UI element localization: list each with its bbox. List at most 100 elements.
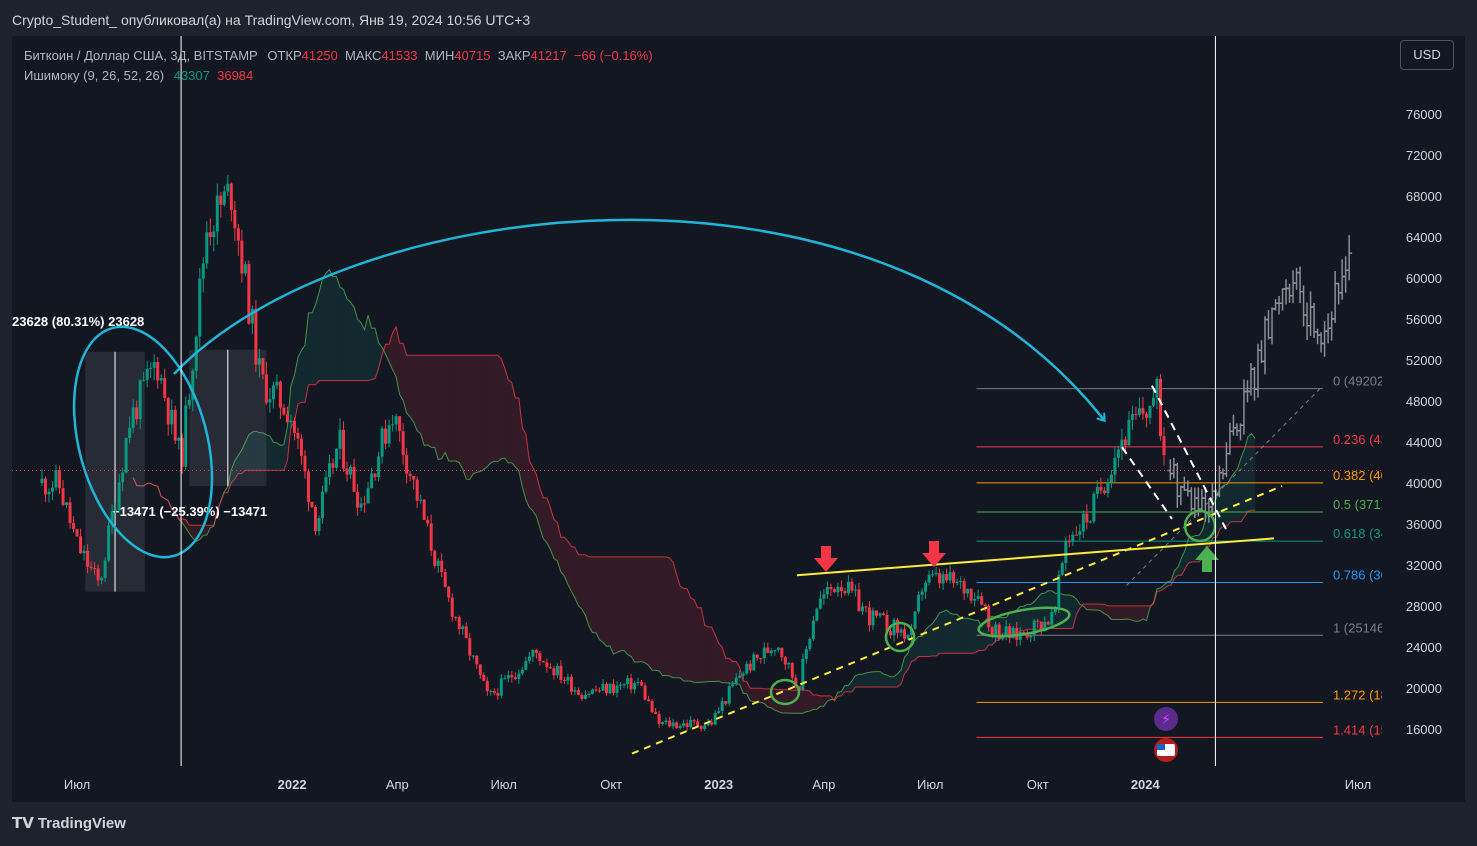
cloud-segment xyxy=(648,556,653,671)
candle-body xyxy=(1057,574,1061,608)
candle-body xyxy=(769,650,773,654)
cloud-segment xyxy=(1223,484,1228,526)
candle-body xyxy=(359,503,363,508)
cloud-segment xyxy=(438,355,442,460)
candle-body xyxy=(899,629,903,633)
cloud-segment xyxy=(641,556,646,663)
cloud-segment xyxy=(883,674,887,688)
cloud-segment xyxy=(1121,605,1126,620)
price-tick-label: 44000 xyxy=(1406,435,1442,450)
candle-body xyxy=(226,183,230,192)
candle-body xyxy=(555,665,559,676)
candle-body xyxy=(93,568,97,570)
candle-body xyxy=(394,416,398,425)
cloud-segment xyxy=(750,688,754,702)
cloud-segment xyxy=(943,610,947,654)
candle-body xyxy=(815,608,819,621)
cloud-segment xyxy=(588,556,593,633)
cloud-segment xyxy=(322,273,327,381)
candle-body xyxy=(920,591,924,595)
candle-body xyxy=(787,662,791,665)
cloud-segment xyxy=(406,355,411,418)
candle-body xyxy=(629,678,633,690)
candle-body xyxy=(864,606,868,608)
cloud-segment xyxy=(1086,603,1091,610)
candle-body xyxy=(619,684,623,686)
candle-body xyxy=(457,617,461,630)
candle-body xyxy=(1050,611,1054,625)
cloud-segment xyxy=(711,627,716,682)
candle-body xyxy=(317,518,321,532)
candle-body xyxy=(531,649,535,657)
candle-body xyxy=(177,437,181,441)
low-label: МИН xyxy=(424,48,455,63)
cloud-segment xyxy=(578,554,582,610)
candle-body xyxy=(703,725,707,729)
candle-body xyxy=(762,647,766,659)
cloud-segment xyxy=(1114,605,1119,620)
cloud-segment xyxy=(694,599,698,683)
cloud-segment xyxy=(781,689,786,713)
candle-body xyxy=(1151,397,1155,406)
cloud-segment xyxy=(666,556,670,677)
cloud-segment xyxy=(560,537,565,576)
candle-body xyxy=(626,678,630,685)
candle-body xyxy=(804,648,808,659)
cloud-segment xyxy=(1069,595,1073,629)
cloud-segment xyxy=(336,276,341,381)
candle-body xyxy=(590,689,594,694)
candle-body xyxy=(1067,541,1071,543)
cloud-segment xyxy=(680,585,684,681)
cloud-segment xyxy=(697,607,702,683)
candle-body xyxy=(229,183,233,210)
cloud-segment xyxy=(469,355,474,480)
candle-body xyxy=(47,491,51,495)
cloud-segment xyxy=(1220,485,1224,529)
candle-body xyxy=(938,573,942,584)
indicator-name[interactable]: Ишимоку (9, 26, 52, 26) xyxy=(24,68,164,83)
candle-body xyxy=(285,414,289,423)
cloud-segment xyxy=(431,355,435,448)
cloud-segment xyxy=(347,298,351,381)
tradingview-brand[interactable]: 𝗧𝗩 TradingView xyxy=(12,814,126,832)
candle-body xyxy=(275,381,279,386)
candle-body xyxy=(131,407,135,428)
candle-body xyxy=(100,577,104,581)
candle-body xyxy=(79,536,83,554)
cloud-segment xyxy=(1090,603,1094,610)
cloud-segment xyxy=(1227,477,1231,526)
chart-panel[interactable]: 0 (49202) 0.236 (43525 0.382 (40013 0.5 (37… xyxy=(12,36,1465,802)
candle-body xyxy=(335,448,339,468)
candle-body xyxy=(391,424,395,426)
cloud-segment xyxy=(662,556,667,676)
candle-body xyxy=(387,425,391,444)
cloud-segment xyxy=(273,442,277,471)
cloud-segment xyxy=(676,574,681,678)
cloud-segment xyxy=(553,519,558,561)
chart-canvas[interactable]: 0 (49202)0.236 (435250.382 (400130.5 (37… xyxy=(12,36,1465,802)
cloud-segment xyxy=(1118,605,1122,620)
candle-body xyxy=(384,428,388,444)
candle-body xyxy=(1123,439,1127,446)
candle-body xyxy=(906,634,910,639)
cloud-segment xyxy=(326,269,330,381)
cloud-segment xyxy=(417,355,421,434)
candle-body xyxy=(678,725,682,729)
time-tick-label: Апр xyxy=(386,777,409,792)
ichimoku-cloud xyxy=(132,269,1256,714)
candle-body xyxy=(184,405,188,467)
cloud-segment xyxy=(1128,605,1133,621)
candle-body xyxy=(822,594,826,599)
cloud-segment xyxy=(311,304,316,385)
cloud-segment xyxy=(936,612,940,657)
cloud-segment xyxy=(964,618,968,654)
currency-button[interactable]: USD xyxy=(1400,40,1454,70)
candle-body xyxy=(51,487,55,492)
candle-body xyxy=(927,574,931,583)
indicator-value-2: 36984 xyxy=(217,68,254,83)
cloud-segment xyxy=(606,556,611,647)
candle-body xyxy=(534,649,538,654)
time-axis-bg xyxy=(12,766,1382,802)
cloud-segment xyxy=(494,355,498,462)
cloud-segment xyxy=(1251,433,1256,511)
